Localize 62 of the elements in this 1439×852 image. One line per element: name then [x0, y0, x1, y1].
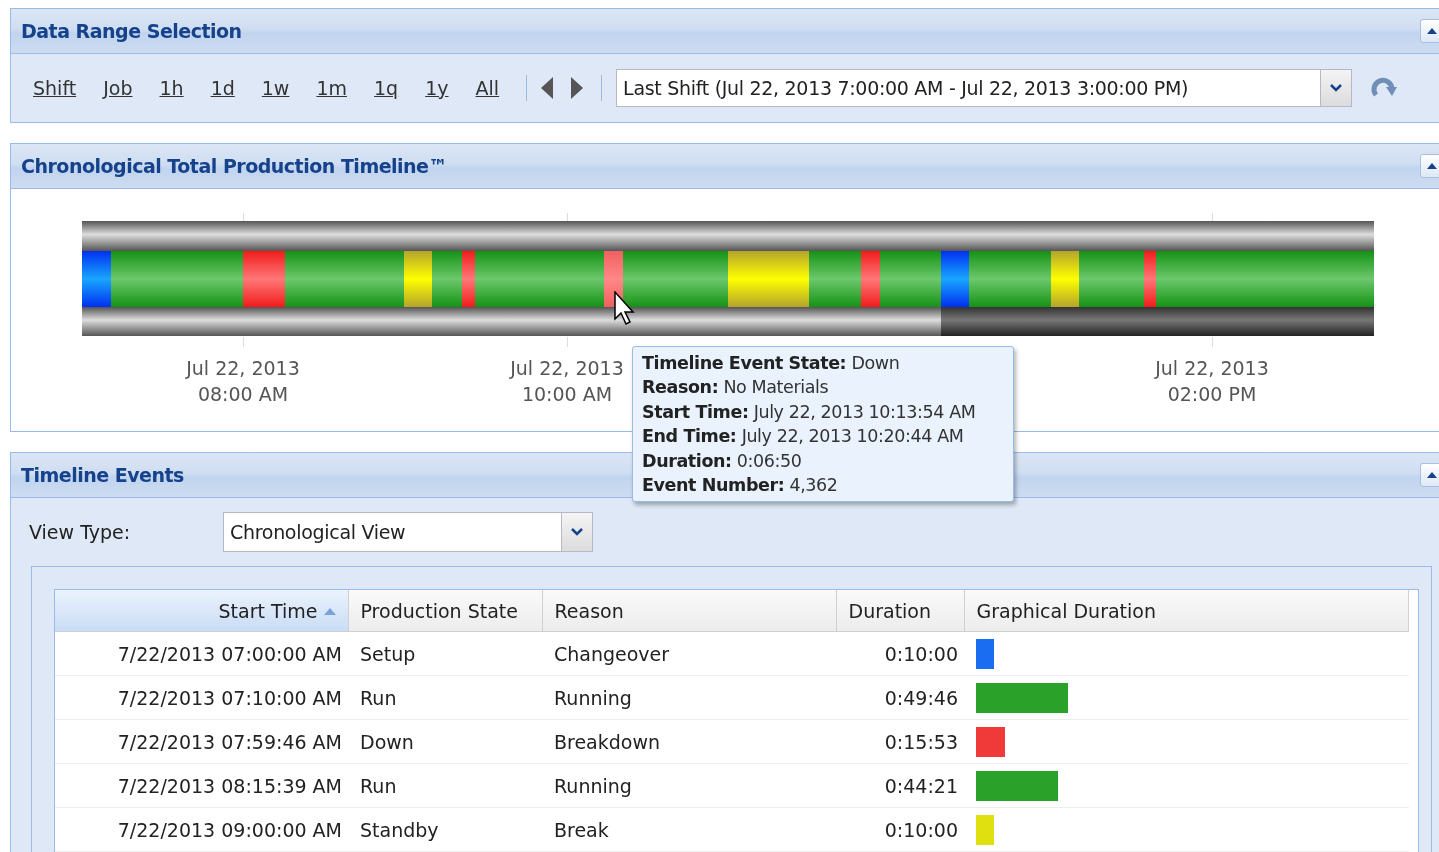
table-cell: Running	[542, 763, 836, 808]
previous-icon[interactable]	[541, 77, 554, 99]
range-link[interactable]: 1y	[425, 77, 449, 99]
dropdown-trigger-icon[interactable]	[1320, 70, 1352, 106]
collapse-button[interactable]	[1420, 154, 1439, 178]
range-link[interactable]: All	[475, 77, 500, 99]
table-cell: Running	[542, 675, 836, 720]
collapse-arrow-icon	[1426, 471, 1438, 479]
tooltip-line: Reason: No Materials	[642, 376, 830, 400]
range-dropdown[interactable]: Last Shift (Jul 22, 2013 7:00:00 AM - Jul 22, 2013 3:00:00 PM)	[616, 69, 1353, 107]
table-cell: Changeover	[542, 631, 836, 676]
view-type-dropdown[interactable]: Chronological View	[223, 512, 593, 552]
tooltip-line: End Time: July 22, 2013 10:20:44 AM	[642, 425, 965, 449]
panel-title: Chronological Total Production Timeline™	[21, 155, 447, 177]
table-cell: 7/22/2013 07:59:46 AM	[55, 719, 348, 764]
range-link[interactable]: Job	[103, 77, 133, 99]
column-header[interactable]: Reason	[542, 590, 836, 632]
tooltip-line: Timeline Event State: Down	[642, 352, 901, 375]
range-link[interactable]: 1w	[261, 77, 290, 99]
field-label: View Type:	[29, 521, 132, 543]
column-header[interactable]: Production State	[348, 590, 542, 632]
range-link[interactable]: 1q	[374, 77, 399, 99]
tooltip-line: Start Time: July 22, 2013 10:13:54 AM	[642, 400, 977, 424]
column-header[interactable]: Duration	[836, 590, 964, 632]
table-cell: Run	[348, 675, 542, 720]
table-cell: 0:15:53	[836, 719, 964, 764]
table-cell: Setup	[348, 631, 542, 676]
tooltip-line: Duration: 0:06:50	[642, 449, 803, 473]
dropdown-trigger-icon[interactable]	[561, 513, 592, 551]
table-cell: 0:10:00	[836, 631, 964, 676]
axis-label: Jul 22, 2013 08:00 AM	[186, 356, 300, 407]
column-header[interactable]: Graphical Duration	[964, 590, 1409, 632]
panel-title: Timeline Events	[21, 464, 184, 486]
table-cell: Breakdown	[542, 719, 836, 764]
table-cell: 0:10:00	[836, 807, 964, 852]
table-cell: 7/22/2013 08:15:39 AM	[55, 763, 348, 808]
range-link[interactable]: 1h	[159, 77, 184, 99]
column-header[interactable]: Start Time	[55, 590, 348, 632]
table-cell: Standby	[348, 807, 542, 852]
table-cell: Run	[348, 763, 542, 808]
collapse-button[interactable]	[1420, 463, 1439, 487]
panel-title: Data Range Selection	[21, 20, 242, 42]
axis-label: Jul 22, 2013 02:00 PM	[1155, 356, 1269, 407]
table-cell: 0:49:46	[836, 675, 964, 720]
cursor-icon	[614, 291, 636, 327]
table-cell: 7/22/2013 07:10:00 AM	[55, 675, 348, 720]
range-link[interactable]: 1d	[210, 77, 235, 99]
range-link[interactable]: 1m	[316, 77, 348, 99]
table-cell: Break	[542, 807, 836, 852]
table-cell: 7/22/2013 09:00:00 AM	[55, 807, 348, 852]
sort-ascending-icon	[323, 606, 336, 615]
collapse-button[interactable]	[1420, 19, 1439, 43]
production-timeline-drawing[interactable]	[82, 221, 1374, 337]
tooltip-line: Event Number: 4,362	[642, 474, 839, 498]
next-icon[interactable]	[571, 77, 584, 99]
table-cell: 7/22/2013 07:00:00 AM	[55, 631, 348, 676]
table-cell: Down	[348, 719, 542, 764]
range-link[interactable]: Shift	[33, 77, 77, 99]
collapse-arrow-icon	[1426, 27, 1438, 35]
table-cell: 0:44:21	[836, 763, 964, 808]
axis-label: Jul 22, 2013 10:00 AM	[510, 356, 624, 407]
collapse-arrow-icon	[1426, 162, 1438, 170]
